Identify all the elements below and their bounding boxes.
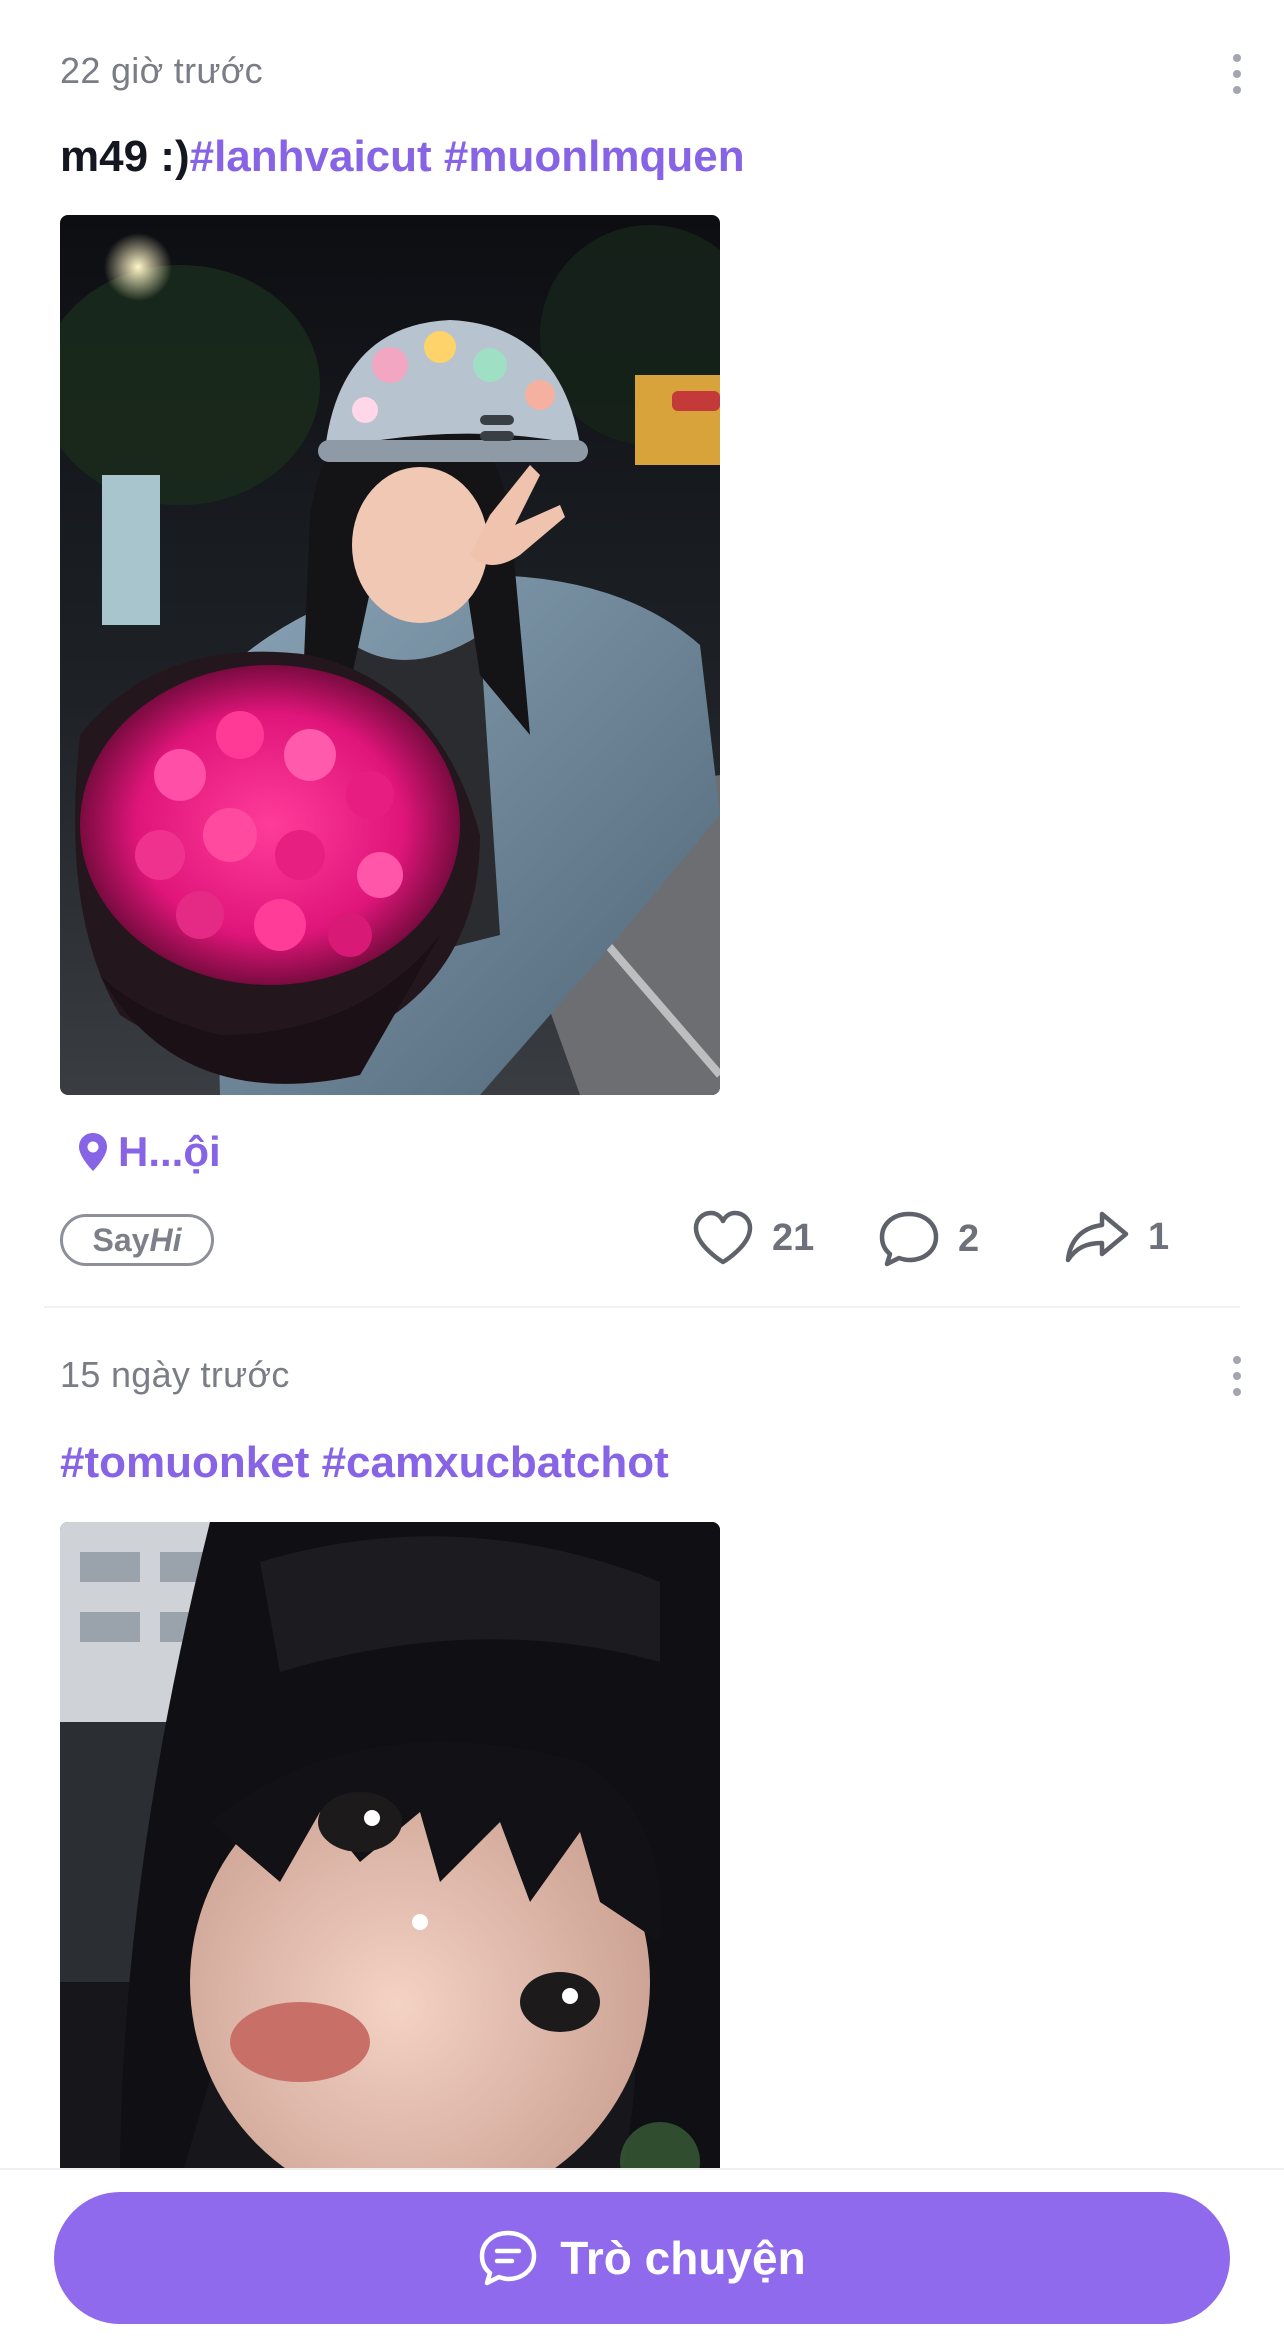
caption-hashtags[interactable]: #lanhvaicut #muonlmquen xyxy=(190,132,745,181)
more-dot xyxy=(1233,1372,1241,1380)
post-caption: #tomuonket #camxucbatchot xyxy=(60,1438,669,1488)
location-label: H...ội xyxy=(118,1128,221,1175)
chat-bubble-icon xyxy=(480,2230,537,2286)
post-caption: m49 :)#lanhvaicut #muonlmquen xyxy=(60,132,745,182)
caption-hashtags[interactable]: #tomuonket #camxucbatchot xyxy=(60,1438,669,1487)
more-dot xyxy=(1233,1388,1241,1396)
more-options-icon[interactable] xyxy=(1230,54,1244,94)
post-photo[interactable] xyxy=(60,1522,720,2182)
more-options-icon[interactable] xyxy=(1230,1356,1244,1396)
like-count: 21 xyxy=(772,1216,815,1259)
chat-button-label: Trò chuyện xyxy=(560,2232,806,2284)
comment-bubble-icon xyxy=(879,1211,939,1267)
post-divider xyxy=(44,1306,1240,1308)
caption-text: m49 :) xyxy=(60,132,190,181)
post-timestamp: 15 ngày trước xyxy=(60,1354,290,1395)
bottom-action-bar: Trò chuyện xyxy=(0,2168,1284,2340)
feed-page: 22 giờ trước m49 :)#lanhvaicut #muonlmqu… xyxy=(0,0,1284,2340)
more-dot xyxy=(1233,86,1241,94)
share-arrow-icon xyxy=(1065,1211,1129,1263)
share-count: 1 xyxy=(1148,1215,1170,1258)
sayhi-hi: Hi xyxy=(149,1221,182,1258)
more-dot xyxy=(1233,1356,1241,1364)
post-photo[interactable] xyxy=(60,215,720,1095)
comment-count: 2 xyxy=(958,1217,980,1260)
share-button[interactable]: 1 xyxy=(1064,1210,1169,1264)
chat-button[interactable]: Trò chuyện xyxy=(54,2192,1230,2324)
heart-icon xyxy=(693,1210,753,1265)
post-timestamp: 22 giờ trước xyxy=(60,50,263,91)
more-dot xyxy=(1233,54,1241,62)
more-dot xyxy=(1233,70,1241,78)
location-tag[interactable]: H...ội xyxy=(78,1128,221,1176)
sayhi-button[interactable]: Say Hi xyxy=(60,1214,214,1266)
photo-illustration xyxy=(60,215,720,1095)
sayhi-say: Say xyxy=(92,1221,150,1258)
comment-button[interactable]: 2 xyxy=(878,1210,979,1268)
photo-illustration xyxy=(60,1522,720,2182)
like-button[interactable]: 21 xyxy=(692,1210,814,1266)
location-pin-icon xyxy=(79,1133,107,1171)
